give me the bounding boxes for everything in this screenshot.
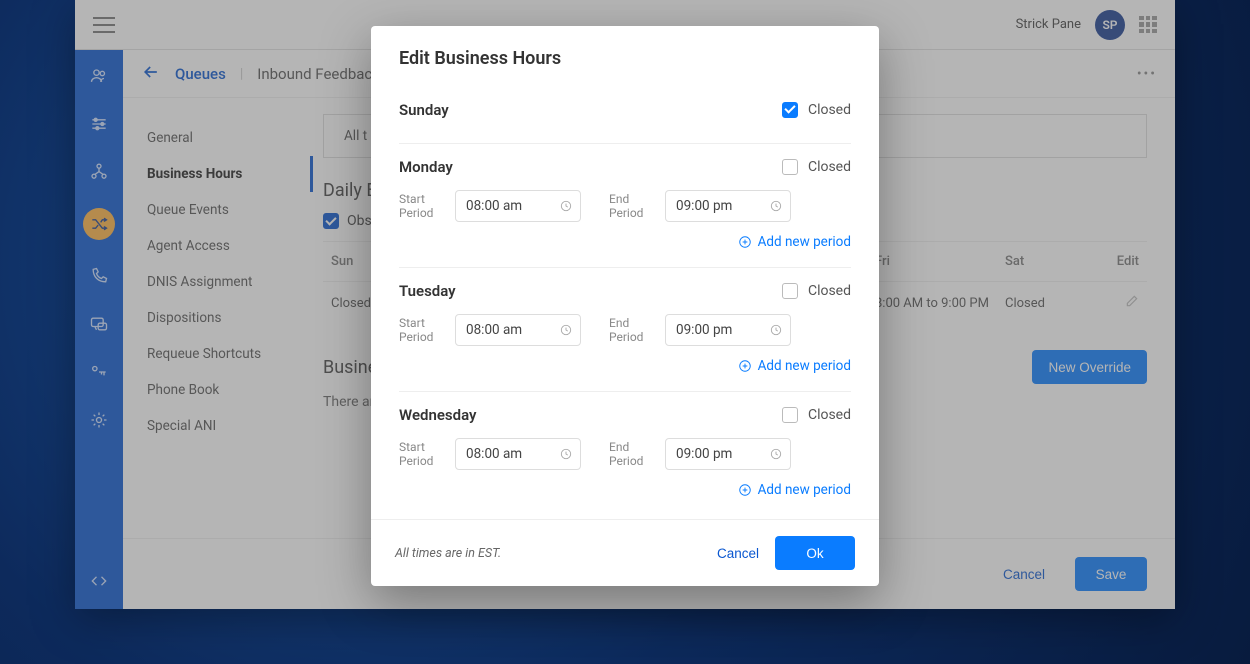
modal-ok-button[interactable]: Ok bbox=[775, 536, 855, 570]
start-period-label: Start Period bbox=[399, 440, 441, 469]
clock-icon bbox=[769, 199, 783, 213]
modal-footer: All times are in EST. Cancel Ok bbox=[371, 519, 879, 586]
period-row: Start Period 08:00 am End Period 09:00 p… bbox=[399, 186, 851, 228]
add-period-label: Add new period bbox=[758, 358, 851, 374]
clock-icon bbox=[769, 323, 783, 337]
day-block-monday: Monday Closed Start Period 08:00 am bbox=[399, 144, 851, 268]
clock-icon bbox=[769, 447, 783, 461]
edit-business-hours-modal: Edit Business Hours Sunday Closed Monday bbox=[371, 26, 879, 586]
closed-label: Closed bbox=[808, 283, 851, 299]
plus-circle-icon bbox=[738, 483, 752, 497]
closed-checkbox[interactable] bbox=[782, 102, 798, 118]
end-period-label: End Period bbox=[609, 316, 651, 345]
day-block-sunday: Sunday Closed bbox=[399, 87, 851, 144]
period-row: Start Period 08:00 am End Period 09:00 p… bbox=[399, 434, 851, 476]
add-period-label: Add new period bbox=[758, 482, 851, 498]
modal-body: Edit Business Hours Sunday Closed Monday bbox=[371, 26, 879, 519]
end-period-label: End Period bbox=[609, 440, 651, 469]
closed-label: Closed bbox=[808, 102, 851, 118]
closed-checkbox[interactable] bbox=[782, 407, 798, 423]
day-block-tuesday: Tuesday Closed Start Period 08:00 am bbox=[399, 268, 851, 392]
closed-label: Closed bbox=[808, 159, 851, 175]
start-period-label: Start Period bbox=[399, 192, 441, 221]
add-period-link[interactable]: Add new period bbox=[738, 358, 851, 374]
day-name: Sunday bbox=[399, 101, 782, 119]
clock-icon bbox=[559, 199, 573, 213]
day-block-wednesday: Wednesday Closed Start Period 08:00 am bbox=[399, 392, 851, 515]
clock-icon bbox=[559, 447, 573, 461]
plus-circle-icon bbox=[738, 359, 752, 373]
app-window: Strick Pane SP Queues | Inbound Feedback… bbox=[75, 0, 1175, 609]
day-name: Wednesday bbox=[399, 406, 782, 424]
timezone-note: All times are in EST. bbox=[395, 546, 701, 561]
modal-title: Edit Business Hours bbox=[399, 48, 851, 69]
end-period-label: End Period bbox=[609, 192, 651, 221]
period-row: Start Period 08:00 am End Period 09:00 p… bbox=[399, 310, 851, 352]
clock-icon bbox=[559, 323, 573, 337]
closed-checkbox[interactable] bbox=[782, 159, 798, 175]
add-period-label: Add new period bbox=[758, 234, 851, 250]
modal-cancel-button[interactable]: Cancel bbox=[701, 536, 775, 570]
closed-checkbox[interactable] bbox=[782, 283, 798, 299]
add-period-link[interactable]: Add new period bbox=[738, 234, 851, 250]
plus-circle-icon bbox=[738, 235, 752, 249]
day-name: Monday bbox=[399, 158, 782, 176]
start-period-label: Start Period bbox=[399, 316, 441, 345]
day-name: Tuesday bbox=[399, 282, 782, 300]
closed-label: Closed bbox=[808, 407, 851, 423]
add-period-link[interactable]: Add new period bbox=[738, 482, 851, 498]
